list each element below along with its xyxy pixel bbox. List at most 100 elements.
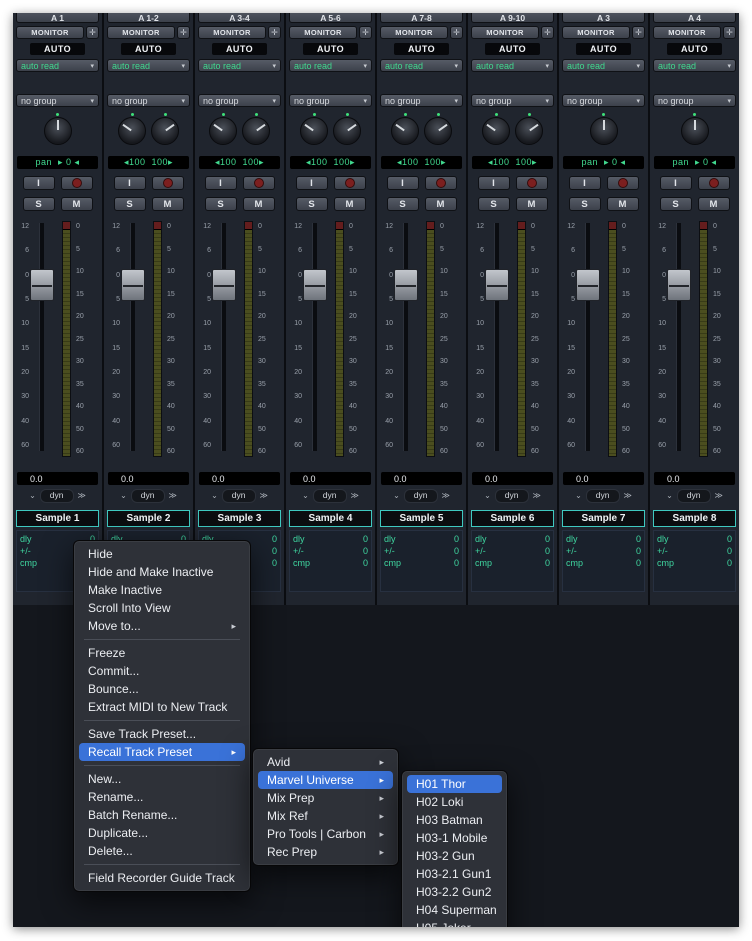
- input-monitor-button[interactable]: I: [296, 176, 328, 190]
- monitor-button[interactable]: MONITOR: [653, 26, 721, 39]
- menu-item[interactable]: Bounce...: [79, 680, 245, 698]
- menu-item[interactable]: Rename...: [79, 788, 245, 806]
- insert-slot[interactable]: dly 0: [293, 533, 368, 545]
- group-selector[interactable]: no group ▾: [107, 94, 190, 107]
- record-enable-button[interactable]: [61, 176, 93, 190]
- menu-item[interactable]: Make Inactive: [79, 581, 245, 599]
- group-selector[interactable]: no group ▾: [289, 94, 372, 107]
- group-selector[interactable]: no group ▾: [653, 94, 736, 107]
- pan-value-display[interactable]: pan ▸ 0 ◂: [654, 156, 735, 169]
- monitor-button[interactable]: MONITOR: [380, 26, 448, 39]
- fader-handle[interactable]: [394, 269, 418, 301]
- collapse-caret-icon[interactable]: ⌄: [302, 492, 309, 500]
- track-name[interactable]: Sample 1: [16, 510, 99, 527]
- mute-button[interactable]: M: [698, 197, 730, 211]
- monitor-button[interactable]: MONITOR: [16, 26, 84, 39]
- insert-slot[interactable]: dly 0: [657, 533, 732, 545]
- expand-arrows-icon[interactable]: ≫: [78, 491, 86, 500]
- pan-knob-right[interactable]: [242, 117, 270, 145]
- menu-item[interactable]: H03-1 Mobile: [407, 829, 502, 847]
- menu-item[interactable]: Pro Tools | Carbon ▸: [258, 825, 393, 843]
- pan-knob-left[interactable]: [300, 117, 328, 145]
- pan-value-display[interactable]: ◂100 100▸: [199, 156, 280, 169]
- pan-knob-right[interactable]: [333, 117, 361, 145]
- output-path-button[interactable]: A 5-6: [289, 13, 372, 23]
- record-enable-button[interactable]: [152, 176, 184, 190]
- expand-arrows-icon[interactable]: ≫: [715, 491, 723, 500]
- menu-item[interactable]: Duplicate...: [79, 824, 245, 842]
- insert-slot[interactable]: cmp 0: [657, 557, 732, 569]
- output-path-button[interactable]: A 4: [653, 13, 736, 23]
- track-view-selector[interactable]: dyn: [40, 489, 74, 503]
- menu-item[interactable]: Avid ▸: [258, 753, 393, 771]
- automation-mode-selector[interactable]: auto read ▾: [653, 59, 736, 72]
- menu-item[interactable]: Move to... ▸: [79, 617, 245, 635]
- pan-value-display[interactable]: ◂100 100▸: [290, 156, 371, 169]
- solo-button[interactable]: S: [660, 197, 692, 211]
- monitor-button[interactable]: MONITOR: [471, 26, 539, 39]
- insert-slot[interactable]: +/- 0: [384, 545, 459, 557]
- volume-display[interactable]: 0.0: [654, 472, 735, 485]
- output-path-button[interactable]: A 1-2: [107, 13, 190, 23]
- fader-handle[interactable]: [303, 269, 327, 301]
- expand-arrows-icon[interactable]: ≫: [624, 491, 632, 500]
- group-selector[interactable]: no group ▾: [16, 94, 99, 107]
- plus-icon[interactable]: ✛: [541, 26, 554, 39]
- track-view-selector[interactable]: dyn: [131, 489, 165, 503]
- track-view-selector[interactable]: dyn: [404, 489, 438, 503]
- record-enable-button[interactable]: [698, 176, 730, 190]
- collapse-caret-icon[interactable]: ⌄: [29, 492, 36, 500]
- automation-mode-selector[interactable]: auto read ▾: [16, 59, 99, 72]
- plus-icon[interactable]: ✛: [86, 26, 99, 39]
- menu-item[interactable]: New...: [79, 770, 245, 788]
- insert-slot[interactable]: dly 0: [566, 533, 641, 545]
- menu-item[interactable]: Batch Rename...: [79, 806, 245, 824]
- volume-display[interactable]: 0.0: [381, 472, 462, 485]
- fader-handle[interactable]: [30, 269, 54, 301]
- track-name[interactable]: Sample 6: [471, 510, 554, 527]
- pan-value-display[interactable]: ◂100 100▸: [381, 156, 462, 169]
- automation-mode-selector[interactable]: auto read ▾: [380, 59, 463, 72]
- plus-icon[interactable]: ✛: [723, 26, 736, 39]
- insert-slot[interactable]: dly 0: [475, 533, 550, 545]
- solo-button[interactable]: S: [478, 197, 510, 211]
- volume-display[interactable]: 0.0: [472, 472, 553, 485]
- track-name[interactable]: Sample 8: [653, 510, 736, 527]
- pan-knob-left[interactable]: [482, 117, 510, 145]
- menu-item[interactable]: Mix Ref ▸: [258, 807, 393, 825]
- menu-item[interactable]: Hide: [79, 545, 245, 563]
- track-view-selector[interactable]: dyn: [313, 489, 347, 503]
- menu-item[interactable]: Field Recorder Guide Track: [79, 869, 245, 887]
- menu-item[interactable]: Scroll Into View: [79, 599, 245, 617]
- menu-item[interactable]: Mix Prep ▸: [258, 789, 393, 807]
- insert-slot[interactable]: +/- 0: [657, 545, 732, 557]
- insert-slot[interactable]: cmp 0: [293, 557, 368, 569]
- pan-knob-left[interactable]: [209, 117, 237, 145]
- expand-arrows-icon[interactable]: ≫: [260, 491, 268, 500]
- fader-handle[interactable]: [212, 269, 236, 301]
- menu-item[interactable]: Recall Track Preset ▸: [79, 743, 245, 761]
- fader-handle[interactable]: [485, 269, 509, 301]
- track-view-selector[interactable]: dyn: [677, 489, 711, 503]
- mute-button[interactable]: M: [61, 197, 93, 211]
- group-selector[interactable]: no group ▾: [198, 94, 281, 107]
- plus-icon[interactable]: ✛: [359, 26, 372, 39]
- fader-handle[interactable]: [667, 269, 691, 301]
- input-monitor-button[interactable]: I: [23, 176, 55, 190]
- pan-knob[interactable]: [681, 117, 709, 145]
- monitor-button[interactable]: MONITOR: [562, 26, 630, 39]
- collapse-caret-icon[interactable]: ⌄: [575, 492, 582, 500]
- solo-button[interactable]: S: [114, 197, 146, 211]
- input-monitor-button[interactable]: I: [114, 176, 146, 190]
- pan-knob-left[interactable]: [118, 117, 146, 145]
- pan-value-display[interactable]: pan ▸ 0 ◂: [563, 156, 644, 169]
- volume-display[interactable]: 0.0: [290, 472, 371, 485]
- track-view-selector[interactable]: dyn: [495, 489, 529, 503]
- mute-button[interactable]: M: [243, 197, 275, 211]
- collapse-caret-icon[interactable]: ⌄: [666, 492, 673, 500]
- record-enable-button[interactable]: [243, 176, 275, 190]
- mute-button[interactable]: M: [607, 197, 639, 211]
- menu-item[interactable]: H03-2.1 Gun1: [407, 865, 502, 883]
- insert-slot[interactable]: +/- 0: [566, 545, 641, 557]
- menu-item[interactable]: Extract MIDI to New Track: [79, 698, 245, 716]
